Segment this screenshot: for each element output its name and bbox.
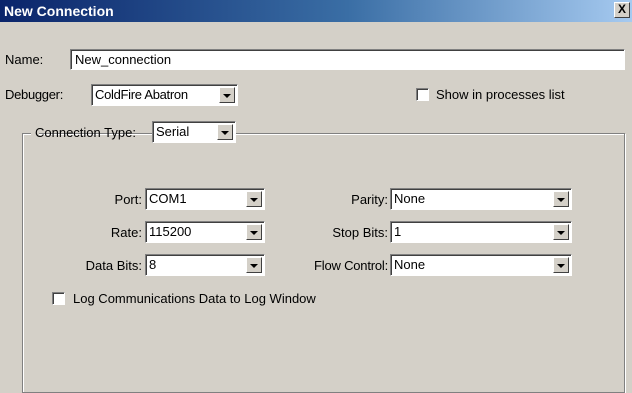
port-label: Port: [114, 192, 142, 207]
connection-type-dropdown-button[interactable] [217, 124, 233, 140]
chevron-down-icon [250, 264, 258, 268]
chevron-down-icon [557, 198, 565, 202]
connection-type-value: Serial [156, 124, 190, 139]
parity-value: None [394, 191, 426, 206]
flow-control-select[interactable]: None [390, 254, 572, 276]
show-processes-label: Show in processes list [436, 87, 565, 102]
name-label: Name: [5, 52, 44, 67]
chevron-down-icon [250, 231, 258, 235]
debugger-label: Debugger: [5, 87, 64, 102]
debugger-value: ColdFire Abatron [95, 87, 188, 102]
connection-type-label: Connection Type: [35, 125, 136, 140]
parity-dropdown-button[interactable] [553, 191, 569, 207]
rate-value: 115200 [149, 224, 192, 239]
parity-label: Parity: [351, 192, 388, 207]
debugger-dropdown-button[interactable] [219, 87, 235, 103]
chevron-down-icon [221, 131, 229, 135]
close-icon: X [617, 2, 626, 16]
parity-select[interactable]: None [390, 188, 572, 210]
log-comms-label: Log Communications Data to Log Window [73, 291, 316, 306]
name-input[interactable] [70, 49, 625, 70]
log-comms-checkbox[interactable] [52, 292, 65, 305]
port-dropdown-button[interactable] [246, 191, 262, 207]
close-button[interactable]: X [614, 2, 630, 18]
rate-label: Rate: [110, 225, 142, 240]
data-bits-value: 8 [149, 257, 157, 272]
title-bar: New Connection X [0, 0, 632, 22]
rate-dropdown-button[interactable] [246, 224, 262, 240]
stop-bits-value: 1 [394, 224, 402, 239]
stop-bits-dropdown-button[interactable] [553, 224, 569, 240]
rate-select[interactable]: 115200 [145, 221, 265, 243]
stop-bits-select[interactable]: 1 [390, 221, 572, 243]
connection-type-select[interactable]: Serial [152, 121, 236, 143]
flow-control-value: None [394, 257, 426, 272]
debugger-select[interactable]: ColdFire Abatron [91, 84, 238, 106]
show-processes-checkbox[interactable] [416, 88, 429, 101]
chevron-down-icon [250, 198, 258, 202]
port-value: COM1 [149, 191, 187, 206]
stop-bits-label: Stop Bits: [332, 225, 388, 240]
data-bits-label: Data Bits: [85, 258, 142, 273]
chevron-down-icon [223, 94, 231, 98]
port-select[interactable]: COM1 [145, 188, 265, 210]
flow-control-label: Flow Control: [314, 258, 388, 273]
chevron-down-icon [557, 231, 565, 235]
connection-type-legend: Connection Type: [31, 121, 136, 145]
data-bits-dropdown-button[interactable] [246, 257, 262, 273]
chevron-down-icon [557, 264, 565, 268]
data-bits-select[interactable]: 8 [145, 254, 265, 276]
flow-control-dropdown-button[interactable] [553, 257, 569, 273]
window-title: New Connection [4, 3, 114, 19]
